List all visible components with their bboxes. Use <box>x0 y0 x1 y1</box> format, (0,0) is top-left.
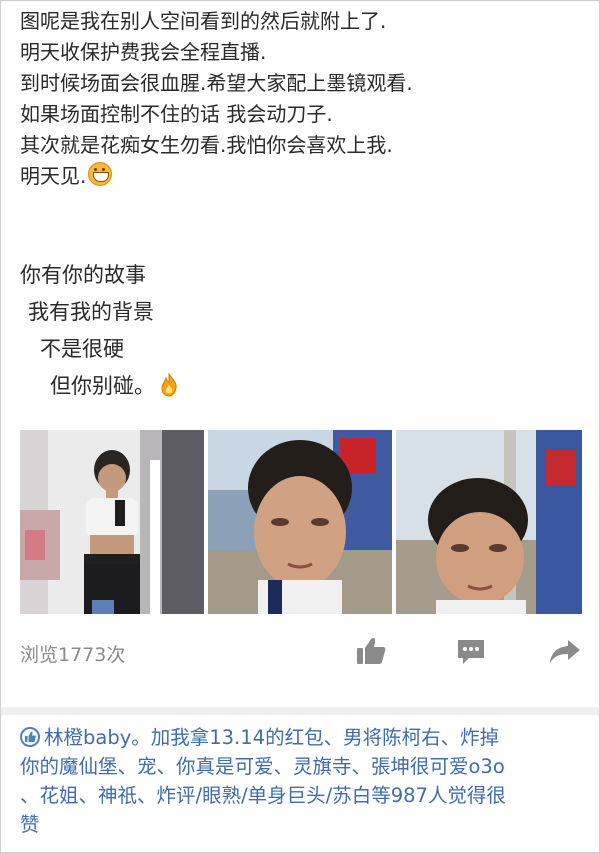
post-text-line: 如果场面控制不住的话 我会动刀子. <box>20 102 333 126</box>
photo-thumbnail[interactable] <box>396 430 582 614</box>
poem-line: 不是很硬 <box>40 337 124 361</box>
photo-thumbnail[interactable] <box>20 430 204 614</box>
thumbs-up-icon[interactable] <box>355 636 387 666</box>
likes-list: 林橙baby。加我拿13.14的红包、男将陈柯右、炸掉 你的魔仙堡、宠、你真是可… <box>20 723 580 839</box>
post-text-line: 到时候场面会很血腥.希望大家配上墨镜观看. <box>20 71 413 95</box>
likes-line: 林橙baby。加我拿13.14的红包、男将陈柯右、炸掉 <box>20 723 580 752</box>
post-text-line: 其次就是花痴女生勿看.我怕你会喜欢上我. <box>20 133 393 157</box>
poem-line: 但你别碰。 <box>50 374 155 398</box>
likes-text[interactable]: 你的魔仙堡、宠、你真是可爱、灵旗寺、張坤很可爱o3o <box>20 752 580 781</box>
likes-text[interactable]: 、花姐、神祇、炸评/眼熟/单身巨头/苏白等987人觉得很 <box>20 781 580 810</box>
post-text-line-last: 明天见. <box>20 161 413 192</box>
photo-thumbnail[interactable] <box>208 430 392 614</box>
post-text-line: 图呢是我在别人空间看到的然后就附上了. <box>20 9 387 33</box>
mirror-selfie-photo <box>20 430 204 614</box>
post-text-line: 明天收保护费我会全程直播. <box>20 40 267 64</box>
grin-emoji-icon <box>88 162 113 186</box>
selfie-photo <box>396 430 582 614</box>
view-count: 浏览1773次 <box>20 644 126 666</box>
poem-line: 你有你的故事 <box>20 263 146 287</box>
photo-grid <box>20 430 582 614</box>
post-poem: 你有你的故事 我有我的背景 不是很硬 但你别碰。 <box>20 257 179 405</box>
post-text-line: 明天见. <box>20 164 87 188</box>
like-badge-icon <box>20 727 40 747</box>
likes-text: 赞 <box>20 813 40 836</box>
likes-text[interactable]: 林橙baby。加我拿13.14的红包、男将陈柯右、炸掉 <box>44 726 499 749</box>
poem-line-last: 但你别碰。 <box>20 368 179 405</box>
poem-line: 我有我的背景 <box>28 300 154 324</box>
selfie-photo <box>208 430 392 614</box>
comment-icon[interactable] <box>455 636 487 666</box>
post-body: 图呢是我在别人空间看到的然后就附上了. 明天收保护费我会全程直播. 到时候场面会… <box>20 6 413 192</box>
section-divider <box>1 707 599 715</box>
share-icon[interactable] <box>548 636 582 666</box>
fire-icon <box>161 373 177 397</box>
